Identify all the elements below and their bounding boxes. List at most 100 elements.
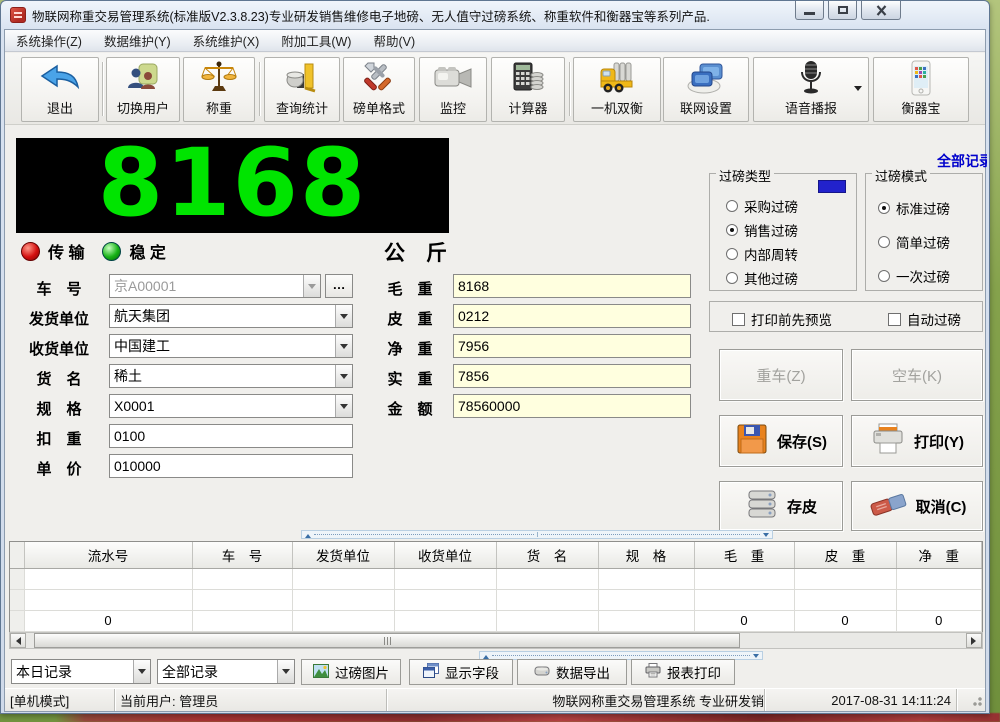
radio-other[interactable]: 其他过磅 <box>726 268 798 288</box>
vehicle-more-button[interactable]: … <box>325 274 353 298</box>
weigh-photo-label: 过磅图片 <box>335 662 389 682</box>
col-receiver[interactable]: 收货单位 <box>394 542 496 568</box>
weigh-mode-title: 过磅模式 <box>872 166 930 185</box>
receiver-combo[interactable]: 中国建工 <box>109 334 353 358</box>
filter-all-arrow-icon[interactable] <box>277 660 294 683</box>
toolbar-ticket-format-button[interactable]: 磅单格式 <box>343 57 415 122</box>
scroll-right-arrow-icon[interactable] <box>966 633 982 648</box>
report-print-button[interactable]: 报表打印 <box>631 659 735 685</box>
print-preview-checkbox[interactable]: 打印前先预览 <box>732 309 832 329</box>
grid-splitter-top[interactable] <box>301 530 773 539</box>
menu-help[interactable]: 帮助(V) <box>362 28 426 53</box>
print-button[interactable]: 打印(Y) <box>851 415 983 467</box>
cancel-label: 取消(C) <box>916 496 967 517</box>
heavy-vehicle-label: 重车(Z) <box>756 365 805 386</box>
amount-label: 金 额 <box>373 398 447 419</box>
radio-sale[interactable]: 销售过磅 <box>726 220 798 240</box>
col-gross[interactable]: 毛 重 <box>694 542 794 568</box>
sender-label: 发货单位 <box>17 308 101 329</box>
weigh-mode-group: 过磅模式 标准过磅 简单过磅 一次过磅 <box>865 173 983 291</box>
weigh-photo-button[interactable]: 过磅图片 <box>301 659 401 685</box>
toolbar-dual-scale-button[interactable]: 一机双衡 <box>573 57 661 122</box>
toolbar-exit-button[interactable]: 退出 <box>21 57 99 122</box>
radio-standard[interactable]: 标准过磅 <box>878 198 950 218</box>
auto-weigh-checkbox[interactable]: 自动过磅 <box>888 309 961 329</box>
net-input[interactable]: 7956 <box>453 334 691 358</box>
radio-purchase[interactable]: 采购过磅 <box>726 196 798 216</box>
type-color-swatch <box>818 180 846 193</box>
tare-input[interactable]: 0212 <box>453 304 691 328</box>
show-fields-button[interactable]: 显示字段 <box>409 659 513 685</box>
save-button[interactable]: 保存(S) <box>719 415 843 467</box>
menu-data-maint[interactable]: 数据维护(Y) <box>93 28 182 53</box>
cancel-button[interactable]: 取消(C) <box>851 481 983 531</box>
radio-simple[interactable]: 简单过磅 <box>878 232 950 252</box>
scrollbar-thumb[interactable] <box>34 633 740 648</box>
toolbar-voice-button[interactable]: 语音播报 <box>753 57 869 122</box>
table-hscrollbar[interactable] <box>9 632 983 649</box>
sender-combo-arrow-icon[interactable] <box>335 305 352 327</box>
menu-extra-tools[interactable]: 附加工具(W) <box>270 28 362 53</box>
maximize-button[interactable] <box>828 1 857 20</box>
heavy-vehicle-button[interactable]: 重车(Z) <box>719 349 843 401</box>
filter-all-value: 全部记录 <box>158 662 277 682</box>
minimize-button[interactable] <box>795 1 824 20</box>
spec-combo-arrow-icon[interactable] <box>335 395 352 417</box>
toolbar-monitor-button[interactable]: 监控 <box>419 57 487 122</box>
col-sender[interactable]: 发货单位 <box>292 542 394 568</box>
app-icon <box>10 7 26 23</box>
col-tare[interactable]: 皮 重 <box>794 542 896 568</box>
toolbar-query-stats-button[interactable]: 查询统计 <box>264 57 340 122</box>
data-export-button[interactable]: 数据导出 <box>517 659 627 685</box>
radio-once[interactable]: 一次过磅 <box>878 266 950 286</box>
spec-combo[interactable]: X0001 <box>109 394 353 418</box>
col-serial[interactable]: 流水号 <box>24 542 192 568</box>
table-row-totals[interactable]: 0 000 <box>10 610 982 631</box>
receiver-combo-arrow-icon[interactable] <box>335 335 352 357</box>
sender-combo[interactable]: 航天集团 <box>109 304 353 328</box>
col-vehicle[interactable]: 车 号 <box>192 542 292 568</box>
filter-day-combo[interactable]: 本日记录 <box>11 659 151 684</box>
toolbar-weigh-button[interactable]: 称重 <box>183 57 255 122</box>
spec-label: 规 格 <box>17 398 101 419</box>
toolbar-calculator-label: 计算器 <box>508 98 547 117</box>
eraser-icon <box>868 489 908 523</box>
close-button[interactable] <box>861 1 901 20</box>
scroll-left-arrow-icon[interactable] <box>10 633 26 648</box>
toolbar-scale-app-button[interactable]: 衡器宝 <box>873 57 969 122</box>
toolbar-scale-app-label: 衡器宝 <box>901 98 940 117</box>
vehicle-combo-arrow-icon[interactable] <box>303 275 320 297</box>
maximize-icon <box>838 6 848 14</box>
filter-day-arrow-icon[interactable] <box>133 660 150 683</box>
radio-internal[interactable]: 内部周转 <box>726 244 798 264</box>
toolbar-switch-user-button[interactable]: 切换用户 <box>106 57 180 122</box>
cargo-combo[interactable]: 稀土 <box>109 364 353 388</box>
toolbar-network-button[interactable]: 联网设置 <box>663 57 749 122</box>
vehicle-combo[interactable]: 京A00001 <box>109 274 321 298</box>
gross-input[interactable]: 8168 <box>453 274 691 298</box>
actual-input[interactable]: 7856 <box>453 364 691 388</box>
resize-grip-icon[interactable] <box>970 694 982 706</box>
cargo-combo-arrow-icon[interactable] <box>335 365 352 387</box>
menu-system-maint[interactable]: 系统维护(X) <box>182 28 271 53</box>
price-input[interactable]: 010000 <box>109 454 353 478</box>
col-cargo[interactable]: 货 名 <box>496 542 598 568</box>
amount-input[interactable]: 78560000 <box>453 394 691 418</box>
empty-vehicle-button[interactable]: 空车(K) <box>851 349 983 401</box>
toolbar-calculator-button[interactable]: 计算器 <box>491 57 565 122</box>
col-net[interactable]: 净 重 <box>896 542 982 568</box>
filter-all-combo[interactable]: 全部记录 <box>157 659 295 684</box>
menu-system-ops[interactable]: 系统操作(Z) <box>5 28 93 53</box>
all-records-link[interactable]: 全部记录 <box>937 151 987 171</box>
spec-value: X0001 <box>110 398 335 414</box>
empty-vehicle-label: 空车(K) <box>892 365 942 386</box>
radio-simple-label: 简单过磅 <box>896 232 950 252</box>
col-spec[interactable]: 规 格 <box>598 542 694 568</box>
status-bar: [单机模式] 当前用户: 管理员 物联网称重交易管理系统 专业研发销 2017-… <box>5 688 985 711</box>
table-row[interactable] <box>10 568 982 589</box>
voice-dropdown-caret-icon[interactable] <box>854 86 862 95</box>
options-group: 打印前先预览 自动过磅 <box>709 301 983 332</box>
save-tare-button[interactable]: 存皮 <box>719 481 843 531</box>
table-row[interactable] <box>10 589 982 610</box>
deduct-input[interactable]: 0100 <box>109 424 353 448</box>
